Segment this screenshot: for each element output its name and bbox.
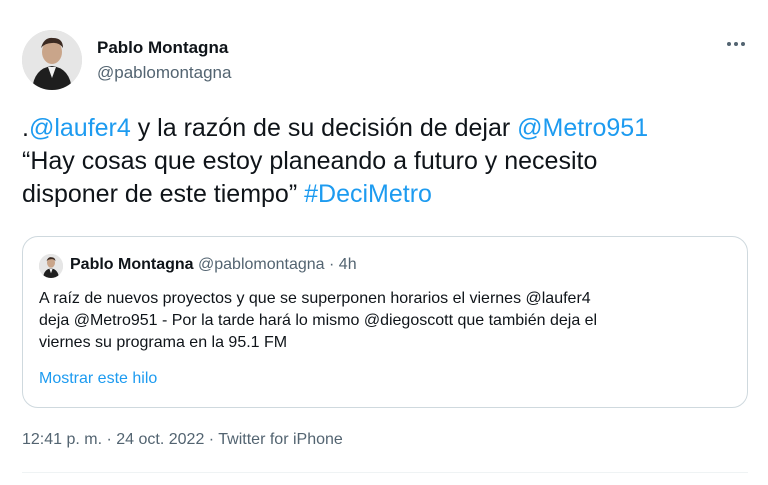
author-avatar[interactable]: [22, 30, 82, 90]
tweet-text-segment: .: [22, 114, 29, 142]
mention-laufer4-link[interactable]: @laufer4: [29, 114, 131, 142]
avatar-photo-icon: [22, 30, 82, 90]
divider: [22, 472, 748, 473]
quoted-author-name: Pablo Montagna: [70, 256, 194, 273]
show-thread-link[interactable]: Mostrar este hilo: [39, 370, 157, 388]
author-handle[interactable]: @pablomontagna: [97, 63, 231, 83]
quoted-tweet-header: Pablo Montagna @pablomontagna · 4h: [70, 256, 357, 274]
quoted-tweet-text: A raíz de nuevos proyectos y que se supe…: [39, 288, 735, 354]
quoted-line: deja @Metro951 - Por la tarde hará lo mi…: [39, 312, 598, 329]
quoted-separator: ·: [324, 256, 339, 273]
author-name[interactable]: Pablo Montagna: [97, 38, 228, 58]
hashtag-decimetro-link[interactable]: #DeciMetro: [304, 180, 432, 208]
tweet-line: .@laufer4 y la razón de su decisión de d…: [22, 112, 752, 145]
quoted-line: A raíz de nuevos proyectos y que se supe…: [39, 290, 591, 307]
tweet-text-segment: “Hay cosas que estoy planeando a futuro …: [22, 147, 598, 175]
quoted-author-handle: @pablomontagna: [198, 256, 325, 273]
tweet-time[interactable]: 12:41 p. m.: [22, 431, 102, 448]
tweet: Pablo Montagna @pablomontagna .@laufer4 …: [0, 0, 768, 485]
quoted-author-avatar: [39, 254, 63, 278]
more-options-icon[interactable]: [716, 32, 756, 56]
mention-metro951-link[interactable]: @Metro951: [517, 114, 648, 142]
tweet-line: “Hay cosas que estoy planeando a futuro …: [22, 145, 752, 178]
meta-separator: ·: [204, 431, 219, 448]
quoted-timestamp: 4h: [338, 256, 357, 273]
meta-separator: ·: [102, 431, 117, 448]
tweet-metadata: 12:41 p. m. · 24 oct. 2022 · Twitter for…: [22, 431, 343, 449]
tweet-text-segment: disponer de este tiempo”: [22, 180, 305, 208]
quoted-tweet-card[interactable]: Pablo Montagna @pablomontagna · 4h A raí…: [22, 236, 748, 408]
tweet-source[interactable]: Twitter for iPhone: [218, 431, 343, 448]
quoted-line: viernes su programa en la 95.1 FM: [39, 334, 288, 351]
tweet-text: .@laufer4 y la razón de su decisión de d…: [22, 112, 752, 211]
avatar-photo-icon: [39, 254, 63, 278]
tweet-line: disponer de este tiempo” #DeciMetro: [22, 178, 752, 211]
tweet-text-segment: y la razón de su decisión de dejar: [130, 114, 518, 142]
tweet-date[interactable]: 24 oct. 2022: [116, 431, 204, 448]
